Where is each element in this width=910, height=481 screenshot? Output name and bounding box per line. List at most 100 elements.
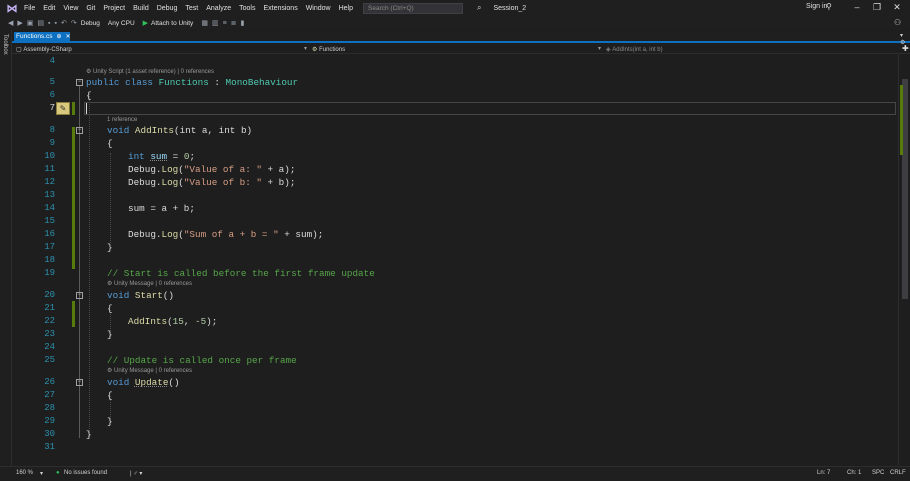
code-text: } bbox=[107, 242, 113, 253]
new-project-icon[interactable]: ▣ bbox=[27, 19, 34, 27]
account-icon[interactable]: ⚲ bbox=[826, 2, 832, 11]
solution-name: Session_2 bbox=[493, 4, 527, 12]
menu-project[interactable]: Project bbox=[99, 5, 129, 12]
redo-icon[interactable]: ↷ bbox=[71, 19, 77, 27]
folder-icon[interactable]: ▦ bbox=[201, 19, 208, 27]
code-line: 31 bbox=[12, 441, 898, 454]
search-placeholder: Search (Ctrl+Q) bbox=[368, 4, 414, 12]
tab-functions-cs[interactable]: Functions.cs ⊕ ✕ bbox=[14, 32, 71, 41]
platform-dropdown[interactable]: Any CPU bbox=[108, 20, 135, 27]
close-icon[interactable]: ✕ bbox=[890, 2, 904, 13]
code-text: Debug.Log("Value of b: " + b); bbox=[128, 177, 296, 188]
code-line: 21 { bbox=[12, 302, 898, 315]
bookmark-icon[interactable]: ▮ bbox=[241, 19, 245, 27]
sign-in-link[interactable]: Sign in bbox=[806, 3, 827, 10]
method-name: Log bbox=[161, 164, 179, 175]
project-dropdown-arrow-icon[interactable]: ▾ bbox=[304, 45, 307, 52]
type-dropdown[interactable]: ⚙ Functions bbox=[312, 45, 345, 54]
attach-to-unity-button[interactable]: Attach to Unity bbox=[151, 20, 193, 27]
params: int b) bbox=[218, 125, 253, 136]
string: "Value of b: " bbox=[183, 177, 262, 188]
zoom-level[interactable]: 160 % bbox=[16, 470, 33, 476]
code-editor[interactable]: ✎ 4 ⚙ Unity Script (1 asset reference) |… bbox=[12, 55, 898, 465]
menu-window[interactable]: Window bbox=[302, 5, 335, 12]
codelens-unity-message[interactable]: ⚙ Unity Message | 0 references bbox=[107, 367, 192, 376]
search-input[interactable]: Search (Ctrl+Q) bbox=[363, 2, 464, 14]
menu-git[interactable]: Git bbox=[82, 5, 99, 12]
code-text: sum = a + b; bbox=[128, 203, 195, 214]
line-number: 14 bbox=[44, 203, 55, 213]
line-number: 28 bbox=[44, 403, 55, 413]
code-text: int sum = 0; bbox=[128, 150, 195, 163]
minimize-icon[interactable]: – bbox=[850, 2, 864, 12]
menu-extensions[interactable]: Extensions bbox=[259, 5, 301, 12]
collapse-icon[interactable]: − bbox=[76, 79, 83, 86]
code-line: 6 { bbox=[12, 89, 898, 102]
project-dropdown[interactable]: ▢ Assembly-CSharp bbox=[16, 45, 72, 54]
undo-icon[interactable]: ↶ bbox=[61, 19, 67, 27]
menu-tools[interactable]: Tools bbox=[235, 5, 259, 12]
zoom-dropdown-icon[interactable]: ▾ bbox=[40, 470, 43, 477]
punctuation: ; bbox=[189, 151, 196, 162]
method-name: AddInts bbox=[128, 316, 168, 327]
keyword: int bbox=[128, 151, 145, 162]
method-name: Log bbox=[161, 177, 179, 188]
live-share-icon[interactable]: ⚇ bbox=[894, 18, 901, 27]
cursor-line[interactable]: Ln: 7 bbox=[817, 470, 830, 476]
collapse-icon[interactable]: − bbox=[76, 292, 83, 299]
solution-explorer-icon[interactable]: ▥ bbox=[212, 19, 219, 27]
check-circle-icon: ● bbox=[56, 470, 60, 476]
cursor-char[interactable]: Ch: 1 bbox=[847, 470, 861, 476]
code-cleanup-icon[interactable]: | ♂ ▾ bbox=[130, 470, 142, 477]
code-text: { bbox=[107, 390, 113, 401]
menu-test[interactable]: Test bbox=[181, 5, 202, 12]
back-icon[interactable]: ◀ bbox=[8, 19, 13, 27]
menu-edit[interactable]: Edit bbox=[39, 5, 59, 12]
menu-file[interactable]: File bbox=[20, 5, 39, 12]
code-line: 29 } bbox=[12, 415, 898, 428]
menu-debug[interactable]: Debug bbox=[153, 5, 182, 12]
line-number: 19 bbox=[44, 268, 55, 278]
codelens-unity-message[interactable]: ⚙ Unity Message | 0 references bbox=[107, 280, 192, 289]
collapse-icon[interactable]: − bbox=[76, 379, 83, 386]
search-icon[interactable]: ⌕ bbox=[477, 3, 481, 13]
save-all-icon[interactable]: ▪ bbox=[55, 20, 57, 27]
forward-icon[interactable]: ▶ bbox=[17, 19, 22, 27]
tab-close-icon[interactable]: ✕ bbox=[66, 33, 71, 40]
open-folder-icon[interactable]: ▤ bbox=[37, 19, 44, 27]
indent-icon[interactable]: ≡ bbox=[223, 20, 227, 27]
whitespace-mode[interactable]: SPC bbox=[872, 470, 884, 476]
expression: + a); bbox=[261, 164, 296, 175]
code-line: 22 AddInts(15, -5); bbox=[12, 315, 898, 328]
code-text: { bbox=[107, 138, 113, 149]
line-number: 20 bbox=[44, 290, 55, 300]
line-number: 6 bbox=[49, 90, 55, 100]
member-dropdown[interactable]: ◈ AddInts(int a, int b) bbox=[606, 45, 663, 54]
line-number: 21 bbox=[44, 303, 55, 313]
visual-studio-logo-icon[interactable]: ⋈ bbox=[4, 0, 20, 16]
keyword: void bbox=[107, 377, 130, 388]
line-number: 22 bbox=[44, 316, 55, 326]
collapse-icon[interactable]: − bbox=[76, 127, 83, 134]
split-editor-icon[interactable]: ✚ bbox=[902, 44, 909, 53]
code-text: { bbox=[107, 303, 113, 314]
code-text: void Start() bbox=[107, 289, 174, 302]
menu-view[interactable]: View bbox=[59, 5, 82, 12]
issues-status[interactable]: No issues found bbox=[64, 470, 107, 476]
comment-icon[interactable]: ≣ bbox=[231, 19, 237, 27]
punctuation: () bbox=[168, 377, 180, 388]
vertical-scrollbar[interactable] bbox=[898, 55, 910, 465]
toolbox-tab[interactable]: Toolbox bbox=[2, 34, 8, 55]
restore-icon[interactable]: ❐ bbox=[870, 2, 884, 13]
menu-help[interactable]: Help bbox=[335, 5, 357, 12]
code-line: 12 Debug.Log("Value of b: " + b); bbox=[12, 176, 898, 189]
menu-analyze[interactable]: Analyze bbox=[202, 5, 235, 12]
menu-build[interactable]: Build bbox=[129, 5, 153, 12]
configuration-dropdown[interactable]: Debug bbox=[81, 20, 100, 27]
pin-icon[interactable]: ⊕ bbox=[57, 33, 62, 40]
line-ending-mode[interactable]: CRLF bbox=[890, 470, 906, 476]
line-number: 23 bbox=[44, 329, 55, 339]
save-icon[interactable]: ▪ bbox=[48, 20, 50, 27]
type-dropdown-arrow-icon[interactable]: ▾ bbox=[598, 45, 601, 52]
start-debug-icon[interactable]: ▶ bbox=[143, 19, 148, 27]
